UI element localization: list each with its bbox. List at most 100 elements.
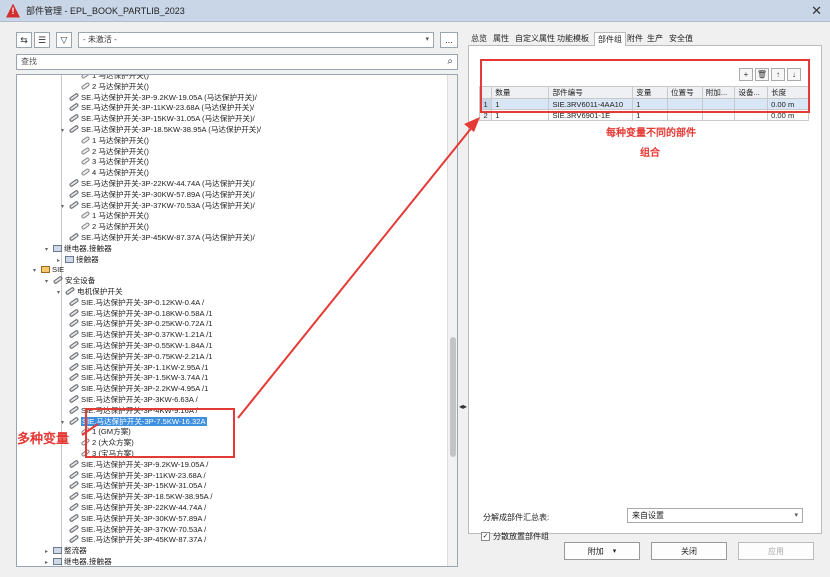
tree-item[interactable]: 2 马达保护开关() <box>73 221 149 232</box>
annotation-left-text: 多种变量 <box>17 432 70 447</box>
tree-item[interactable]: SIE.马达保护开关-3P-0.25KW-0.72A /1 <box>61 318 213 329</box>
tree-item-label: SIE.马达保护开关-3P-30KW-57.89A / <box>81 513 207 523</box>
tree-item[interactable]: SIE.马达保护开关-3P-0.18KW-0.58A /1 <box>61 308 213 319</box>
tree-item[interactable]: 2 马达保护开关() <box>73 81 149 92</box>
tree-item-label: 2 马达保护开关() <box>92 146 149 156</box>
tree-item-label: SE.马达保护开关-3P-45KW-87.37A (马达保护开关)/ <box>81 233 255 242</box>
extra-button-label: 附加 <box>587 546 604 556</box>
annotation-box-variants <box>85 408 235 458</box>
annotation-box-grid <box>480 59 810 113</box>
tree-item-label: SIE.马达保护开关-3P-1.5KW-3.74A /1 <box>81 373 209 383</box>
filter-icon[interactable]: ▽ <box>56 32 72 48</box>
expand-toggle-icon[interactable]: ▾ <box>61 126 69 137</box>
tab-5[interactable]: 附件 <box>624 32 646 46</box>
apply-button[interactable]: 应用 <box>738 542 814 560</box>
part-icon <box>68 405 80 415</box>
checkbox-check-icon[interactable]: ✓ <box>481 532 490 541</box>
tree-item-label: 2 马达保护开关() <box>92 222 149 232</box>
tree-item[interactable]: ▸ 整流器 <box>45 545 87 556</box>
tree-item[interactable]: SIE.马达保护开关-3P-9.2KW-19.05A / <box>61 459 208 470</box>
part-icon <box>68 491 80 501</box>
tree-item[interactable]: SE.马达保护开关-3P-30KW-57.89A (马达保护开关)/ <box>61 189 255 200</box>
tree-item[interactable]: SIE.马达保护开关-3P-1.1KW-2.95A /1 <box>61 362 208 373</box>
tab-3[interactable]: 功能模板 <box>554 32 592 46</box>
tree-item[interactable]: ▸ 继电器,接触器 <box>45 556 112 566</box>
expand-toggle-icon[interactable]: ▾ <box>33 266 41 277</box>
tree-item[interactable]: SIE.马达保护开关-3P-3KW-6.63A / <box>61 394 198 405</box>
part-icon <box>68 92 80 102</box>
tree-item[interactable]: ▾ 电机保护开关 <box>57 286 123 297</box>
tab-0[interactable]: 总览 <box>468 32 490 46</box>
search-input[interactable]: 查找 ⌕ <box>16 54 458 70</box>
splitter-handle[interactable]: ◂▸ <box>459 402 467 411</box>
tab-1[interactable]: 属性 <box>490 32 512 46</box>
tree-item[interactable]: SIE.马达保护开关-3P-37KW-70.53A / <box>61 524 206 535</box>
tree-item[interactable]: SE.马达保护开关-3P-45KW-87.37A (马达保护开关)/ <box>61 232 255 243</box>
folder-icon <box>41 266 50 274</box>
close-button[interactable]: 关闭 <box>651 542 727 560</box>
part-icon <box>68 340 80 350</box>
tree-item[interactable]: ▾ 安全设备 <box>45 275 95 286</box>
tree-item[interactable]: SIE.马达保护开关-3P-1.5KW-3.74A /1 <box>61 372 208 383</box>
tree-scrollbar[interactable] <box>447 75 457 566</box>
list-view-icon[interactable]: ☰ <box>34 32 50 48</box>
tree-item-label: SIE.马达保护开关-3P-0.25KW-0.72A /1 <box>81 319 213 329</box>
tree-item-label: 2 马达保护开关() <box>92 81 149 91</box>
tree-item[interactable]: ▾ SE.马达保护开关-3P-37KW-70.53A (马达保护开关)/ <box>61 200 255 211</box>
extra-button[interactable]: 附加 ▾ <box>564 542 640 560</box>
scatter-checkbox[interactable]: ✓ 分散放置部件组 <box>481 531 549 542</box>
tree-item[interactable]: SIE.马达保护开关-3P-0.12KW-0.4A / <box>61 297 204 308</box>
tree-item[interactable]: SIE.马达保护开关-3P-22KW-44.74A / <box>61 502 206 513</box>
tree-item[interactable]: SE.马达保护开关-3P-22KW-44.74A (马达保护开关)/ <box>61 178 255 189</box>
tree-item[interactable]: SE.马达保护开关-3P-15KW-31.05A (马达保护开关)/ <box>61 113 255 124</box>
search-icon[interactable]: ⌕ <box>447 55 453 69</box>
tree-item[interactable]: 3 马达保护开关() <box>73 156 149 167</box>
part-icon <box>68 189 80 199</box>
tree-item[interactable]: SIE.马达保护开关-3P-11KW-23.68A / <box>61 470 206 481</box>
tree-item[interactable]: ▾ 继电器,接触器 <box>45 243 112 254</box>
group-icon <box>53 558 62 565</box>
expand-toggle-icon[interactable]: ▾ <box>45 277 53 288</box>
resolve-select[interactable]: 来自设置 ▾ <box>627 508 803 523</box>
tree-item[interactable]: SIE.马达保护开关-3P-15KW-31.05A / <box>61 480 206 491</box>
scrollbar-thumb[interactable] <box>450 337 456 457</box>
close-icon[interactable]: ✕ <box>811 3 822 19</box>
tree-item[interactable]: SIE.马达保护开关-3P-0.55KW-1.84A /1 <box>61 340 213 351</box>
sub-icon <box>80 211 91 220</box>
tab-2[interactable]: 自定义属性 <box>512 32 558 46</box>
part-icon <box>68 534 80 544</box>
expand-toggle-icon[interactable]: ▾ <box>61 418 69 429</box>
tree-item[interactable]: 1 马达保护开关() <box>73 135 149 146</box>
part-group-pane: + 🗑 ↑ ↓ 数量 部件编号 变量 位置号 附加... 设备... 长度 1 1 SIE.3RV… <box>468 46 822 541</box>
tree-item-label: SIE.马达保护开关-3P-0.18KW-0.58A /1 <box>81 308 213 318</box>
tree-view-icon[interactable]: ⇆ <box>16 32 32 48</box>
tree-item[interactable]: SIE.马达保护开关-3P-30KW-57.89A / <box>61 513 206 524</box>
expand-toggle-icon[interactable]: ▾ <box>61 202 69 213</box>
expand-toggle-icon[interactable]: ▸ <box>45 558 53 566</box>
tree-item[interactable]: SE.马达保护开关-3P-9.2KW-19.05A (马达保护开关)/ <box>61 92 257 103</box>
group-icon <box>53 244 62 252</box>
filter-more-button[interactable]: ... <box>440 32 458 48</box>
tab-4[interactable]: 部件组 <box>594 32 626 47</box>
tree-item[interactable]: SIE.马达保护开关-3P-18.5KW-38.95A / <box>61 491 213 502</box>
tree-item[interactable]: SIE.马达保护开关-3P-0.75KW-2.21A /1 <box>61 351 213 362</box>
parts-management-dialog: ⇆ ☰ ▽ - 未激活 - ▾ ... 查找 ⌕ 1 马达保护开关() 2 马达保… <box>0 22 830 577</box>
tree-item[interactable]: ▾ SIE <box>33 264 64 275</box>
tree-item[interactable]: 1 马达保护开关() <box>73 210 149 221</box>
tree-item[interactable]: SIE.马达保护开关-3P-0.37KW-1.21A /1 <box>61 329 213 340</box>
parts-tree[interactable]: 1 马达保护开关() 2 马达保护开关() SE.马达保护开关-3P-9.2KW-1… <box>16 74 458 567</box>
tree-item[interactable]: SIE.马达保护开关-3P-2.2KW-4.95A /1 <box>61 383 208 394</box>
tree-item[interactable]: ▸ 接触器 <box>57 254 99 265</box>
tab-7[interactable]: 安全值 <box>666 32 696 46</box>
expand-toggle-icon[interactable]: ▾ <box>45 245 53 256</box>
filter-select[interactable]: - 未激活 - ▾ <box>78 32 434 48</box>
tree-item-label: SIE.马达保护开关-3P-15KW-31.05A / <box>81 481 207 491</box>
part-icon <box>68 470 80 480</box>
tree-item[interactable]: ▾ SE.马达保护开关-3P-18.5KW-38.95A (马达保护开关)/ <box>61 124 261 135</box>
tree-item[interactable]: SE.马达保护开关-3P-11KW-23.68A (马达保护开关)/ <box>61 102 254 113</box>
tree-item[interactable]: 4 马达保护开关() <box>73 167 149 178</box>
tree-item[interactable]: SIE.马达保护开关-3P-45KW-87.37A / <box>61 534 206 545</box>
part-icon <box>68 113 80 123</box>
tab-6[interactable]: 生产 <box>644 32 666 46</box>
tree-item[interactable]: 2 马达保护开关() <box>73 146 149 157</box>
